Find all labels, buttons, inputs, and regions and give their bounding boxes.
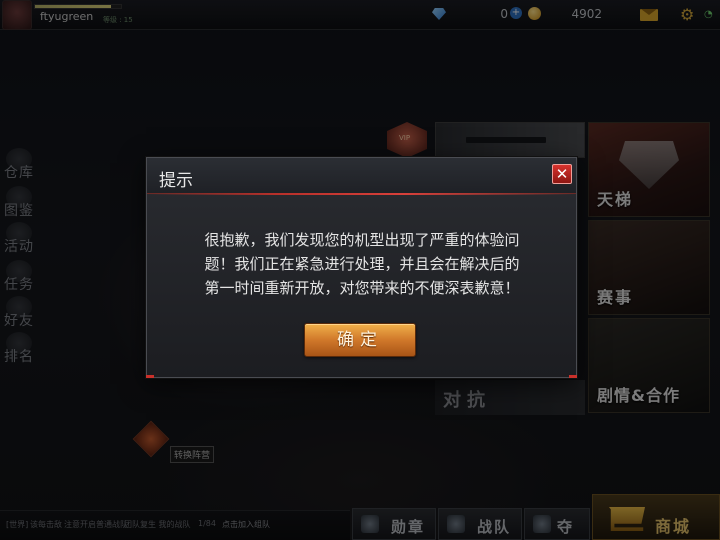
dialog-message-line: 第一时间重新开放，对您带来的不便深表歉意！ [204,279,520,297]
dialog-message: 很抱歉，我们发现您的机型出现了严重的体验问 题！我们正在紧急进行处理，并且会在解… [169,228,555,308]
dialog-corner-accent [146,375,154,378]
close-button[interactable]: ✕ [552,164,572,184]
dialog-header: 提示 ✕ [147,158,576,195]
notice-dialog: 提示 ✕ 很抱歉，我们发现您的机型出现了严重的体验问 题！我们正在紧急进行处理，… [146,157,577,378]
close-icon: ✕ [555,165,569,183]
dialog-corner-accent [569,375,577,378]
dialog-title: 提示 [159,171,193,191]
dialog-message-line: 很抱歉，我们发现您的机型出现了严重的体验问 [204,231,520,249]
confirm-button[interactable]: 确定 [304,323,416,357]
dialog-message-line: 题！我们正在紧急进行处理，并且会在解决后的 [204,255,520,273]
confirm-label: 确定 [337,330,383,350]
